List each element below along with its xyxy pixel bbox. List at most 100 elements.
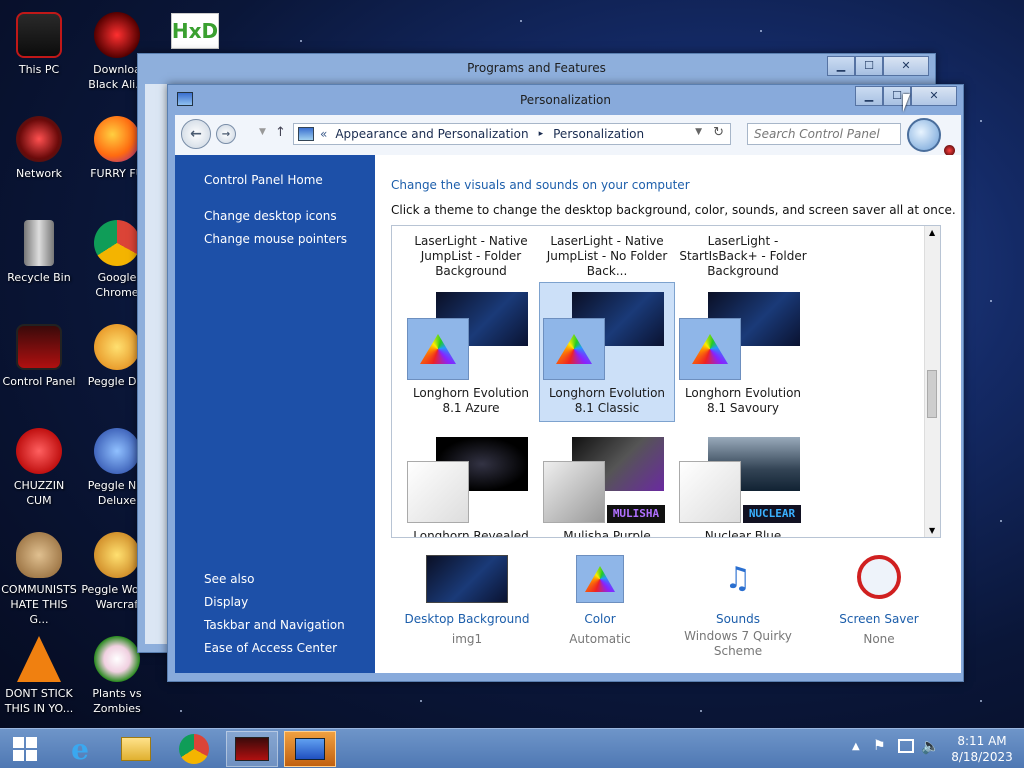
desktop-icon-label: Network (16, 167, 62, 180)
vlc-cone-icon (17, 636, 61, 682)
close-button[interactable]: ✕ (911, 86, 957, 106)
firefox-icon (94, 116, 140, 162)
plant-icon (94, 636, 140, 682)
sidebar-link-control-panel-home[interactable]: Control Panel Home (204, 173, 323, 187)
programs-titlebar[interactable]: Programs and Features ▁ ☐ ✕ (138, 54, 935, 82)
breadcrumb-appearance[interactable]: Appearance and Personalization (335, 127, 528, 141)
theme-item[interactable]: LaserLight - Native JumpList - No Folder… (539, 234, 675, 279)
see-also-ease-of-access[interactable]: Ease of Access Center (204, 641, 337, 655)
minimize-button[interactable]: ▁ (855, 86, 883, 106)
hxd-icon[interactable]: HxD (171, 13, 219, 49)
desktop-icon-label: Plants vs Zombies (92, 687, 142, 715)
sidebar-link-desktop-icons[interactable]: Change desktop icons (204, 209, 337, 223)
up-arrow-icon[interactable]: ↑ (275, 125, 286, 140)
address-bar[interactable]: « Appearance and Personalization ▸ Perso… (293, 123, 731, 145)
volume-icon[interactable]: 🔈 (921, 737, 940, 755)
desktop-background-setting[interactable]: Desktop Background img1 (397, 555, 537, 649)
dropdown-chevron-icon[interactable]: ▼ (695, 127, 702, 137)
color-setting[interactable]: Color Automatic (545, 555, 655, 649)
theme-badge: MULISHA (607, 505, 665, 523)
theme-item[interactable]: NUCLEAR Nuclear Blue (675, 431, 811, 538)
sounds-label[interactable]: Sounds (675, 609, 801, 629)
desktop-icon-control-panel[interactable]: Control Panel (0, 324, 78, 389)
desktop-icon-dont-stick[interactable]: DONT STICK THIS IN YO... (0, 636, 78, 716)
theme-badge: NUCLEAR (743, 505, 801, 523)
search-icon[interactable] (907, 118, 941, 152)
system-clock[interactable]: 8:11 AM 8/18/2023 (944, 733, 1020, 765)
forward-button[interactable]: → (216, 124, 236, 144)
content-pane: Change the visuals and sounds on your co… (375, 155, 961, 673)
theme-item[interactable]: MULISHA Mulisha Purple (539, 431, 675, 538)
clock-time: 8:11 AM (957, 734, 1007, 748)
theme-name: Longhorn Evolution 8.1 Classic (548, 386, 666, 415)
see-also-header: See also (204, 572, 255, 586)
money-bag-icon (16, 532, 62, 578)
color-palette-icon (407, 318, 469, 380)
theme-item[interactable]: LaserLight - StartIsBack+ - Folder Backg… (675, 234, 811, 279)
recycle-bin-icon (24, 220, 54, 266)
theme-item[interactable]: LaserLight - Native JumpList - Folder Ba… (403, 234, 539, 279)
action-center-flag-icon[interactable]: ⚑ (873, 738, 886, 754)
theme-name: LaserLight - Native JumpList - No Folder… (546, 234, 668, 278)
hxd-logo-text: HxD (171, 19, 219, 43)
desktop-icon-chuzzin[interactable]: CHUZZIN CUM (0, 428, 78, 508)
clock-date: 8/18/2023 (951, 750, 1013, 764)
color-label[interactable]: Color (545, 609, 655, 629)
maximize-button[interactable]: ☐ (855, 56, 883, 76)
alien-icon (94, 12, 140, 58)
taskbar-personalization[interactable] (284, 731, 336, 767)
taskbar-chrome[interactable] (168, 731, 220, 767)
breadcrumb-prefix[interactable]: « (320, 127, 327, 141)
back-button[interactable]: ← (181, 119, 211, 149)
close-button[interactable]: ✕ (883, 56, 929, 76)
start-button[interactable] (0, 731, 50, 767)
theme-item[interactable]: Longhorn Evolution 8.1 Azure (403, 282, 539, 422)
peggle-wow-icon (94, 532, 140, 578)
navigation-bar: ← → ▼ ↑ « Appearance and Personalization… (175, 115, 961, 156)
scrollbar-thumb[interactable] (927, 370, 937, 418)
desktop-icon-recycle-bin[interactable]: Recycle Bin (0, 220, 78, 285)
personalization-window[interactable]: Personalization ▁ ☐ ✕ ← → ▼ ↑ « Appearan… (167, 84, 964, 682)
see-also-display[interactable]: Display (204, 595, 248, 609)
theme-item-selected[interactable]: Longhorn Evolution 8.1 Classic (539, 282, 675, 422)
personalization-titlebar[interactable]: Personalization ▁ ☐ ✕ (168, 85, 963, 115)
breadcrumb-separator[interactable]: ▸ (539, 129, 544, 139)
theme-name: Nuclear Blue (704, 529, 782, 538)
breadcrumb-personalization[interactable]: Personalization (553, 127, 644, 141)
sounds-setting[interactable]: ♫ Sounds Windows 7 Quirky Scheme (675, 555, 801, 659)
network-tray-icon[interactable] (898, 739, 914, 753)
see-also-taskbar[interactable]: Taskbar and Navigation (204, 618, 345, 632)
theme-item[interactable]: Longhorn Evolution 8.1 Savoury (675, 282, 811, 422)
sidebar-link-mouse-pointers[interactable]: Change mouse pointers (204, 232, 347, 246)
desktop-background-label[interactable]: Desktop Background (397, 609, 537, 629)
recent-pages-chevron-icon[interactable]: ▼ (259, 127, 266, 137)
desktop-icon-communists[interactable]: COMMUNISTS HATE THIS G... (0, 532, 78, 627)
windows-logo-icon (13, 737, 37, 761)
minimize-button[interactable]: ▁ (827, 56, 855, 76)
desktop-icon-label: Recycle Bin (7, 271, 71, 284)
show-hidden-icons-chevron-icon[interactable]: ▲ (852, 741, 860, 752)
screen-saver-setting[interactable]: Screen Saver None (821, 555, 937, 649)
screen-saver-label[interactable]: Screen Saver (821, 609, 937, 629)
taskbar-control-panel[interactable] (226, 731, 278, 767)
control-panel-icon (16, 324, 62, 370)
desktop-icon-this-pc[interactable]: This PC (0, 12, 78, 77)
refresh-icon[interactable]: ↻ (713, 125, 724, 140)
mouse-cursor-icon (903, 94, 910, 112)
search-input[interactable]: Search Control Panel (747, 123, 901, 145)
theme-name: Longhorn Revealed 8... (413, 529, 529, 538)
desktop-icon-network[interactable]: Network (0, 116, 78, 181)
theme-name: Mulisha Purple (563, 529, 651, 538)
scroll-down-arrow-icon[interactable]: ▼ (929, 526, 935, 535)
sidebar: Control Panel Home Change desktop icons … (175, 155, 375, 673)
theme-item[interactable]: Longhorn Revealed 8... (403, 431, 539, 538)
control-panel-icon (298, 127, 314, 141)
taskbar-internet-explorer[interactable]: e (54, 731, 106, 767)
theme-list[interactable]: LaserLight - Native JumpList - Folder Ba… (391, 225, 941, 538)
taskbar-file-explorer[interactable] (110, 731, 162, 767)
chuzzle-icon (16, 428, 62, 474)
chrome-icon (179, 734, 209, 764)
theme-list-scrollbar[interactable]: ▲ ▼ (924, 226, 940, 537)
scroll-up-arrow-icon[interactable]: ▲ (929, 228, 935, 237)
page-subheading: Click a theme to change the desktop back… (391, 203, 956, 217)
